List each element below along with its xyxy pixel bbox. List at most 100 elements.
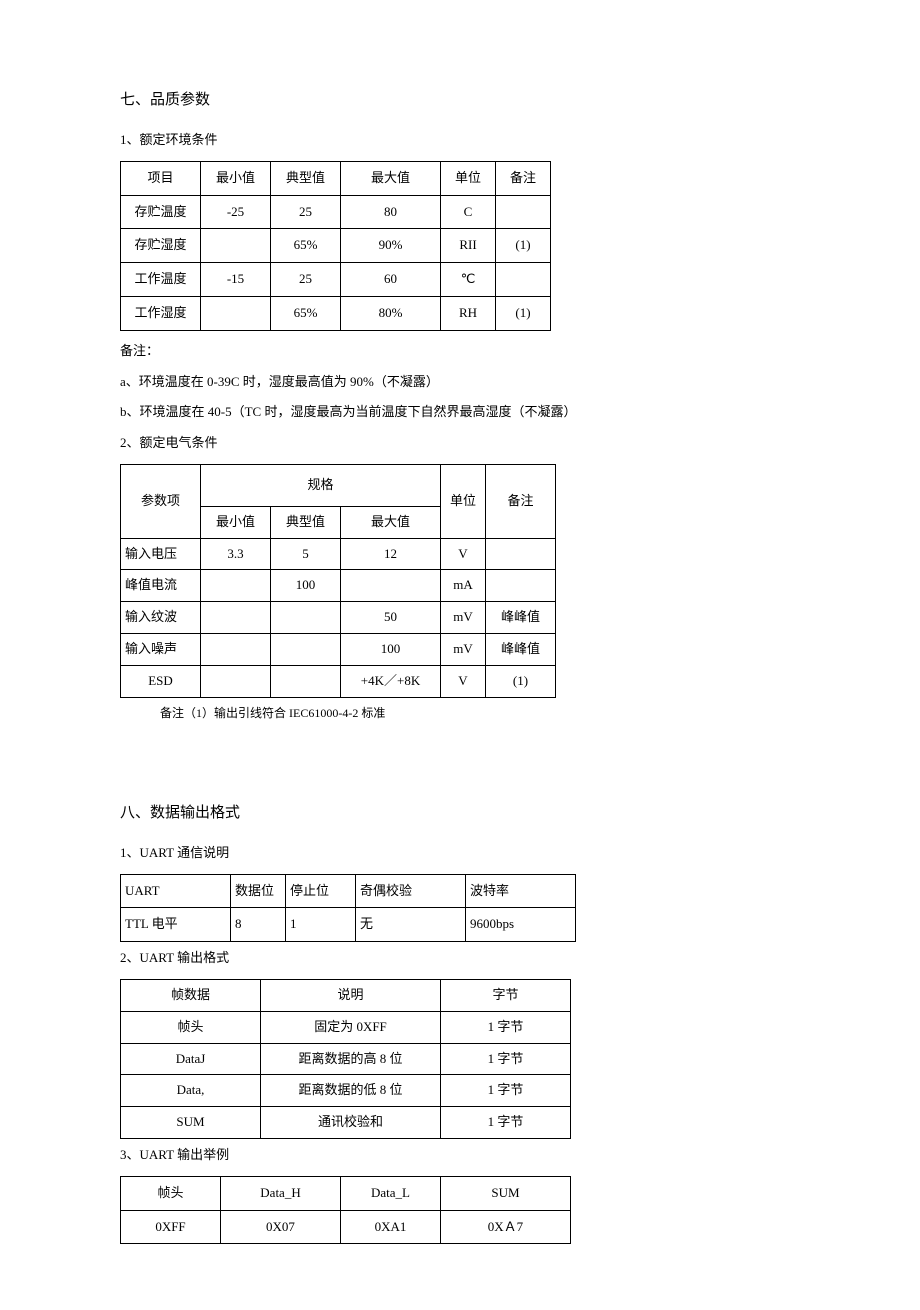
td: 65% — [271, 296, 341, 330]
section-8-2-title: 2、UART 输出格式 — [120, 948, 800, 969]
td: 存贮湿度 — [121, 229, 201, 263]
td — [201, 602, 271, 634]
th: UART — [121, 874, 231, 908]
section-8-title: 八、数据输出格式 — [120, 801, 800, 825]
td: 无 — [356, 908, 466, 942]
td: -15 — [201, 263, 271, 297]
th: 典型值 — [271, 161, 341, 195]
td: 1 — [286, 908, 356, 942]
td — [486, 570, 556, 602]
td: 0XＡ7 — [441, 1210, 571, 1244]
th: 帧数据 — [121, 979, 261, 1011]
td: 80 — [341, 195, 441, 229]
td: (1) — [496, 229, 551, 263]
td — [201, 570, 271, 602]
td: 50 — [341, 602, 441, 634]
td: 65% — [271, 229, 341, 263]
th: 奇偶校验 — [356, 874, 466, 908]
td — [201, 296, 271, 330]
td: RII — [441, 229, 496, 263]
table-row: 工作温度 -15 25 60 ℃ — [121, 263, 551, 297]
th-spec: 规格 — [201, 464, 441, 506]
td — [201, 229, 271, 263]
td: 9600bps — [466, 908, 576, 942]
section-7-title: 七、品质参数 — [120, 88, 800, 112]
td: 100 — [271, 570, 341, 602]
td: 存贮温度 — [121, 195, 201, 229]
table-row: Data, 距离数据的低 8 位 1 字节 — [121, 1075, 571, 1107]
th: 最小值 — [201, 161, 271, 195]
td: 3.3 — [201, 538, 271, 570]
th: 说明 — [261, 979, 441, 1011]
td: mA — [441, 570, 486, 602]
td: 5 — [271, 538, 341, 570]
table-row: 输入噪声 100 mV 峰峰值 — [121, 633, 556, 665]
td: 60 — [341, 263, 441, 297]
td: 峰峰值 — [486, 602, 556, 634]
section-7-1-title: 1、额定环境条件 — [120, 130, 800, 151]
td — [496, 263, 551, 297]
td: mV — [441, 633, 486, 665]
table-uart-comm: UART 数据位 停止位 奇偶校验 波特率 TTL 电平 8 1 无 9600b… — [120, 874, 576, 943]
th: 项目 — [121, 161, 201, 195]
th-param: 参数项 — [121, 464, 201, 538]
td: 0XFF — [121, 1210, 221, 1244]
table-electrical-conditions: 参数项 规格 单位 备注 最小值 典型值 最大值 输入电压 3.3 5 12 V… — [120, 464, 556, 698]
note-a: a、环境温度在 0-39C 时，湿度最高值为 90%（不凝露） — [120, 372, 800, 393]
td: 距离数据的高 8 位 — [261, 1043, 441, 1075]
th: 数据位 — [231, 874, 286, 908]
td: 25 — [271, 263, 341, 297]
th-unit: 单位 — [441, 464, 486, 538]
td: 通讯校验和 — [261, 1107, 441, 1139]
table-row: ESD +4K／+8K V (1) — [121, 665, 556, 697]
td: 距离数据的低 8 位 — [261, 1075, 441, 1107]
td: DataJ — [121, 1043, 261, 1075]
table-env-conditions: 项目 最小值 典型值 最大值 单位 备注 存贮温度 -25 25 80 C 存贮… — [120, 161, 551, 331]
td: TTL 电平 — [121, 908, 231, 942]
td: 输入纹波 — [121, 602, 201, 634]
td: 0X07 — [221, 1210, 341, 1244]
table-header-row: 帧数据 说明 字节 — [121, 979, 571, 1011]
td: 峰峰值 — [486, 633, 556, 665]
table-row: 帧头 固定为 0XFF 1 字节 — [121, 1011, 571, 1043]
td: 12 — [341, 538, 441, 570]
td: Data, — [121, 1075, 261, 1107]
th: 备注 — [496, 161, 551, 195]
td: (1) — [496, 296, 551, 330]
td: 8 — [231, 908, 286, 942]
table-header-row: UART 数据位 停止位 奇偶校验 波特率 — [121, 874, 576, 908]
td: ESD — [121, 665, 201, 697]
td: RH — [441, 296, 496, 330]
th: 最小值 — [201, 506, 271, 538]
td: 1 字节 — [441, 1107, 571, 1139]
td — [271, 602, 341, 634]
td: SUM — [121, 1107, 261, 1139]
note-b: b、环境温度在 40-5（TC 时，湿度最高为当前温度下自然界最高湿度（不凝露） — [120, 402, 800, 423]
section-8-1-title: 1、UART 通信说明 — [120, 843, 800, 864]
td: V — [441, 665, 486, 697]
table-row: 输入电压 3.3 5 12 V — [121, 538, 556, 570]
th-remark: 备注 — [486, 464, 556, 538]
th: 单位 — [441, 161, 496, 195]
table-row: 存贮湿度 65% 90% RII (1) — [121, 229, 551, 263]
td — [496, 195, 551, 229]
th: 停止位 — [286, 874, 356, 908]
td: 输入噪声 — [121, 633, 201, 665]
th: Data_L — [341, 1176, 441, 1210]
table-row: 输入纹波 50 mV 峰峰值 — [121, 602, 556, 634]
td: 帧头 — [121, 1011, 261, 1043]
table-row: SUM 通讯校验和 1 字节 — [121, 1107, 571, 1139]
td — [271, 665, 341, 697]
td: 峰值电流 — [121, 570, 201, 602]
table-uart-format: 帧数据 说明 字节 帧头 固定为 0XFF 1 字节 DataJ 距离数据的高 … — [120, 979, 571, 1139]
table-header-row: 帧头 Data_H Data_L SUM — [121, 1176, 571, 1210]
td: C — [441, 195, 496, 229]
th: SUM — [441, 1176, 571, 1210]
th: 帧头 — [121, 1176, 221, 1210]
note-label: 备注： — [120, 341, 800, 362]
td: -25 — [201, 195, 271, 229]
table-row: TTL 电平 8 1 无 9600bps — [121, 908, 576, 942]
td: 固定为 0XFF — [261, 1011, 441, 1043]
td: 工作湿度 — [121, 296, 201, 330]
table-header-row: 项目 最小值 典型值 最大值 单位 备注 — [121, 161, 551, 195]
